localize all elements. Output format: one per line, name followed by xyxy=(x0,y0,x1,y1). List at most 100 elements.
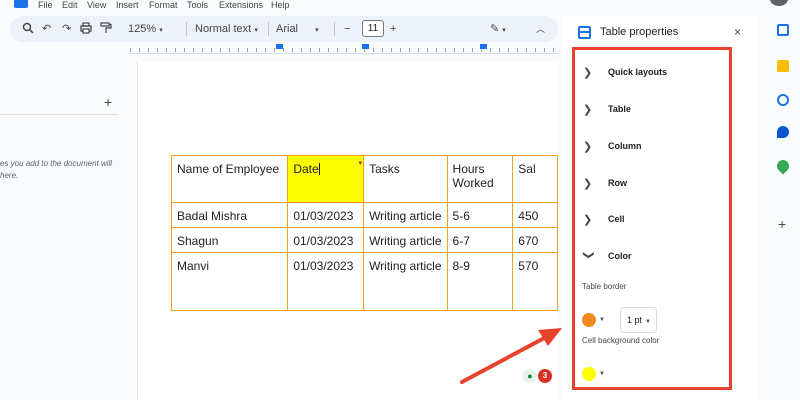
section-column[interactable]: ❯ Column xyxy=(583,138,723,154)
add-tab-button[interactable]: + xyxy=(104,94,112,110)
header-cell[interactable]: Tasks xyxy=(363,155,448,203)
explore-icon[interactable]: ● xyxy=(523,369,537,383)
table-cell[interactable]: 01/03/2023 xyxy=(287,227,365,253)
border-color-button[interactable]: ▼ xyxy=(582,309,612,331)
menu-file[interactable]: File xyxy=(38,0,53,10)
section-label: Row xyxy=(608,178,627,188)
section-quick-layouts[interactable]: ❯ Quick layouts xyxy=(583,64,723,80)
decrease-font-size-button[interactable]: − xyxy=(344,22,350,36)
redo-icon[interactable]: ↷ xyxy=(62,22,71,36)
ruler-ticks xyxy=(130,48,558,52)
keep-icon[interactable] xyxy=(777,60,789,72)
chevron-right-icon: ❯ xyxy=(583,140,593,153)
section-label: Cell xyxy=(608,214,625,224)
table-properties-panel: Table properties × ❯ Quick layouts ❯ Tab… xyxy=(562,16,758,400)
table-cell[interactable]: 01/03/2023 xyxy=(287,252,365,311)
pencil-icon[interactable]: ✎ ▾ xyxy=(490,22,506,38)
menu-format[interactable]: Format xyxy=(149,0,178,10)
font-select[interactable]: Arial ▾ xyxy=(276,22,319,38)
contacts-icon[interactable] xyxy=(777,126,789,138)
style-select[interactable]: Normal text ▾ xyxy=(195,22,258,38)
cell-background-label: Cell background color xyxy=(582,336,660,345)
table-row: Badal Mishra 01/03/2023 Writing article … xyxy=(170,202,558,228)
cell-text: Date xyxy=(293,162,319,176)
section-label: Column xyxy=(608,141,642,151)
menu-insert[interactable]: Insert xyxy=(116,0,139,10)
chevron-right-icon: ❯ xyxy=(583,177,593,190)
section-label: Table xyxy=(608,104,631,114)
outline-hint: es you add to the document will here. xyxy=(0,159,113,180)
table-cell[interactable]: 450 xyxy=(512,202,558,228)
column-marker[interactable] xyxy=(480,44,487,49)
search-icon[interactable] xyxy=(22,22,34,38)
header-cell-date[interactable]: Date ▾ xyxy=(287,155,365,203)
section-cell[interactable]: ❯ Cell xyxy=(583,211,723,227)
document-page[interactable]: Name of Employee Date ▾ Tasks Hours Worke… xyxy=(137,62,558,400)
table-cell[interactable]: 6-7 xyxy=(446,227,514,253)
table-border-label: Table border xyxy=(582,282,627,291)
chevron-down-icon: ❯ xyxy=(582,250,595,260)
undo-icon[interactable]: ↶ xyxy=(42,22,51,36)
cell-menu-icon[interactable]: ▾ xyxy=(359,157,363,171)
header-cell[interactable]: Hours Worked xyxy=(446,155,514,203)
toolbar: ↶ ↷ 125% ▾ Normal text ▾ Arial ▾ − 11 + … xyxy=(10,16,558,42)
table-cell[interactable]: 8-9 xyxy=(446,252,514,311)
header-cell[interactable]: Sal xyxy=(512,155,558,203)
table-cell[interactable]: Manvi xyxy=(170,252,289,311)
caret-down-icon: ▼ xyxy=(599,371,605,377)
side-app-rail: + xyxy=(766,16,800,400)
menu-bar: File Edit View Insert Format Tools Exten… xyxy=(0,0,788,12)
table-row: Name of Employee Date ▾ Tasks Hours Worke… xyxy=(170,155,558,203)
table-cell[interactable]: Writing article xyxy=(363,227,448,253)
section-row[interactable]: ❯ Row xyxy=(583,175,723,191)
tasks-icon[interactable] xyxy=(777,94,789,106)
table-icon xyxy=(578,26,591,39)
table-cell[interactable]: 570 xyxy=(512,252,558,311)
orange-swatch xyxy=(582,313,596,327)
header-cell[interactable]: Name of Employee xyxy=(170,155,289,203)
menu-extensions[interactable]: Extensions xyxy=(219,0,263,10)
print-icon[interactable] xyxy=(80,22,92,38)
properties-highlight-box: ❯ Quick layouts ❯ Table ❯ Column ❯ Row ❯… xyxy=(572,47,732,390)
table-cell[interactable]: 670 xyxy=(512,227,558,253)
caret-down-icon: ▼ xyxy=(645,319,651,325)
chevron-up-icon[interactable]: ︿ xyxy=(536,22,545,36)
employee-table[interactable]: Name of Employee Date ▾ Tasks Hours Worke… xyxy=(170,155,558,311)
cell-background-button[interactable]: ▼ xyxy=(582,363,612,385)
comment-count-badge[interactable]: 3 xyxy=(538,369,552,383)
table-cell[interactable]: 01/03/2023 xyxy=(287,202,365,228)
font-size-input[interactable]: 11 xyxy=(362,20,384,37)
avatar[interactable] xyxy=(770,0,788,6)
panel-title: Table properties xyxy=(600,26,679,38)
section-label: Quick layouts xyxy=(608,67,668,77)
column-marker[interactable] xyxy=(362,44,369,49)
text-cursor xyxy=(318,163,320,175)
border-width-value: 1 pt xyxy=(627,315,643,325)
table-cell[interactable]: Writing article xyxy=(363,252,448,311)
zoom-select[interactable]: 125% ▾ xyxy=(128,22,163,38)
table-cell[interactable]: 5-6 xyxy=(446,202,514,228)
add-app-button[interactable]: + xyxy=(778,216,786,232)
section-color[interactable]: ❯ Color xyxy=(583,248,723,264)
chevron-right-icon: ❯ xyxy=(583,103,593,116)
divider xyxy=(0,114,118,115)
table-cell[interactable]: Badal Mishra xyxy=(170,202,289,228)
menu-view[interactable]: View xyxy=(87,0,106,10)
yellow-swatch xyxy=(582,367,596,381)
docs-logo[interactable] xyxy=(14,0,28,8)
border-width-select[interactable]: 1 pt ▼ xyxy=(620,307,657,333)
chevron-right-icon: ❯ xyxy=(583,66,593,79)
calendar-icon[interactable] xyxy=(777,24,789,36)
table-cell[interactable]: Writing article xyxy=(363,202,448,228)
chevron-right-icon: ❯ xyxy=(583,213,593,226)
menu-edit[interactable]: Edit xyxy=(62,0,78,10)
close-button[interactable]: × xyxy=(734,25,741,39)
increase-font-size-button[interactable]: + xyxy=(390,22,396,36)
table-cell[interactable]: Shagun xyxy=(170,227,289,253)
section-table[interactable]: ❯ Table xyxy=(583,101,723,117)
paint-format-icon[interactable] xyxy=(100,22,112,38)
maps-icon[interactable] xyxy=(774,157,792,175)
indent-marker[interactable] xyxy=(276,44,283,49)
menu-tools[interactable]: Tools xyxy=(187,0,208,10)
menu-help[interactable]: Help xyxy=(271,0,290,10)
